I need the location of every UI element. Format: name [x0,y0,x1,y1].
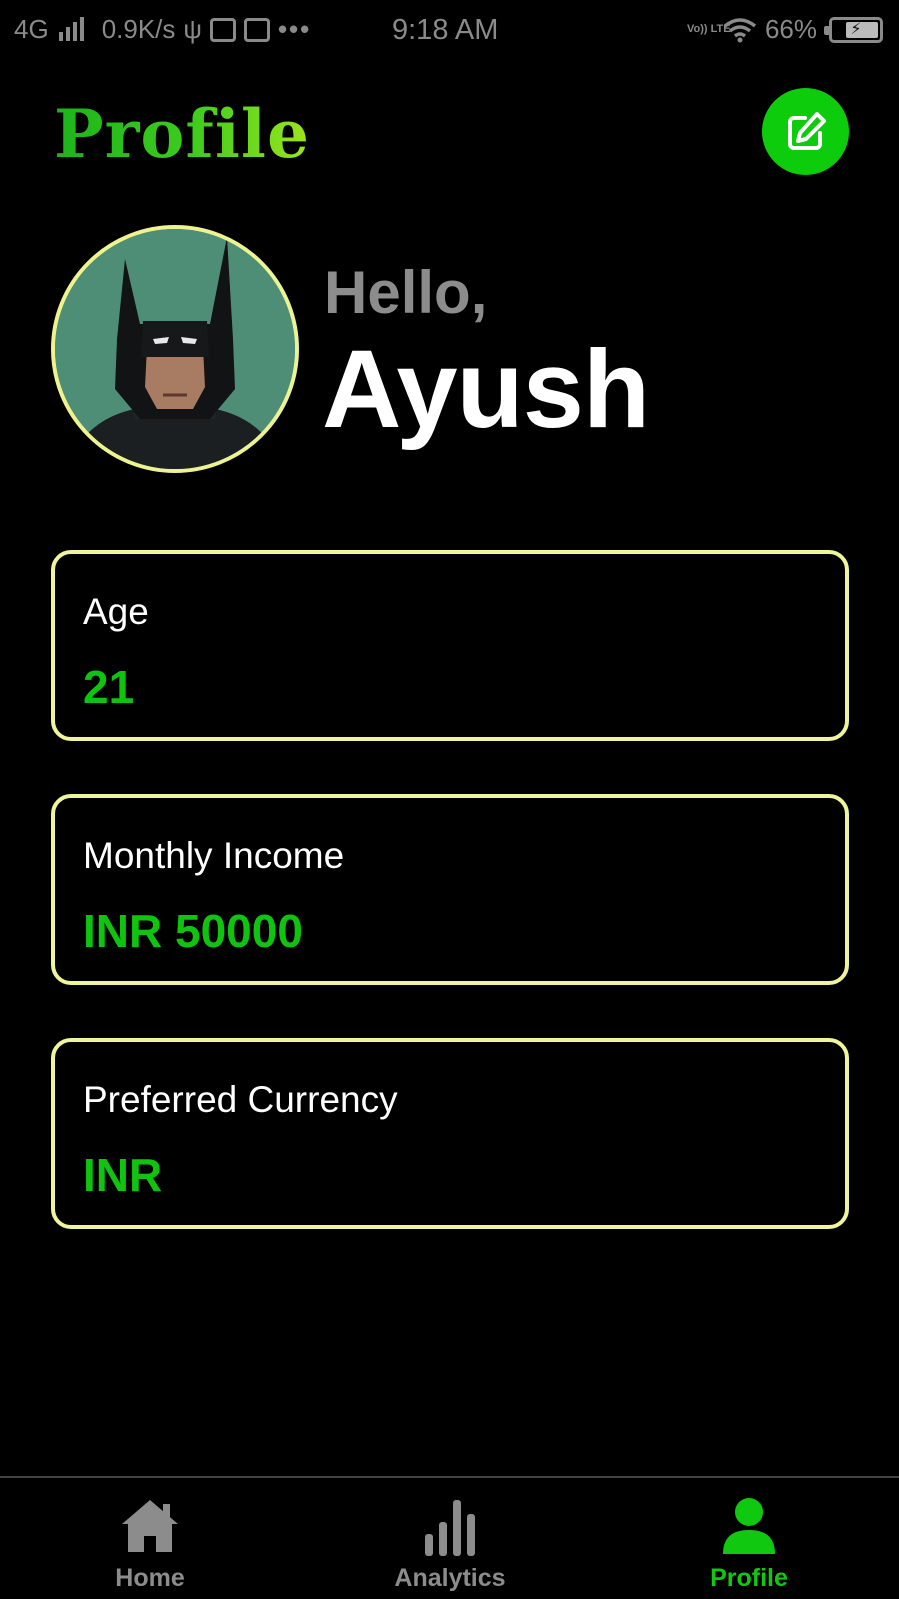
nav-label-home: Home [115,1564,185,1592]
avatar [51,225,299,473]
preferred-currency-card: Preferred Currency INR [51,1038,849,1229]
usb-icon: ψ [183,14,202,44]
age-card: Age 21 [51,550,849,741]
home-icon [122,1500,178,1552]
network-speed: 0.9K/s [101,14,176,44]
page-title: Profile [54,95,310,173]
message-icon [243,17,270,42]
preferred-currency-value: INR [83,1149,163,1201]
battery-icon: ⚡ [824,16,883,43]
nav-item-analytics[interactable]: Analytics [350,1478,550,1599]
battery-percent: 66% [764,14,817,44]
status-bar: 4G 0.9K/s ψ ••• 9:18 AM Vo)) LTE 66% ⚡ [0,0,899,62]
nav-item-home[interactable]: Home [50,1478,250,1599]
more-notifications-icon: ••• [277,14,312,44]
monthly-income-value: INR 50000 [83,905,303,957]
nav-item-profile[interactable]: Profile [649,1478,849,1599]
greeting-hello: Hello, [324,259,488,326]
status-left: 4G 0.9K/s ψ ••• [14,14,311,45]
edit-pencil-icon [787,111,826,150]
profile-icon [723,1498,775,1554]
monthly-income-card: Monthly Income INR 50000 [51,794,849,985]
notification-app-icon [209,17,236,42]
nav-label-profile: Profile [710,1564,788,1592]
age-value: 21 [83,661,135,713]
avatar-image [55,229,295,469]
user-name: Ayush [322,328,650,451]
status-time: 9:18 AM [392,14,499,46]
bottom-nav: Home Analytics Profile [0,1476,899,1599]
edit-profile-button[interactable] [762,88,849,175]
signal-icon [58,16,84,41]
analytics-icon [425,1500,475,1556]
volte-icon: Vo)) LTE [686,23,731,35]
age-label: Age [83,591,149,632]
status-right: Vo)) LTE 66% ⚡ [687,14,883,45]
network-type: 4G [14,14,49,44]
preferred-currency-label: Preferred Currency [83,1079,398,1120]
monthly-income-label: Monthly Income [83,835,345,876]
nav-label-analytics: Analytics [394,1564,506,1592]
wifi-icon [723,17,757,42]
